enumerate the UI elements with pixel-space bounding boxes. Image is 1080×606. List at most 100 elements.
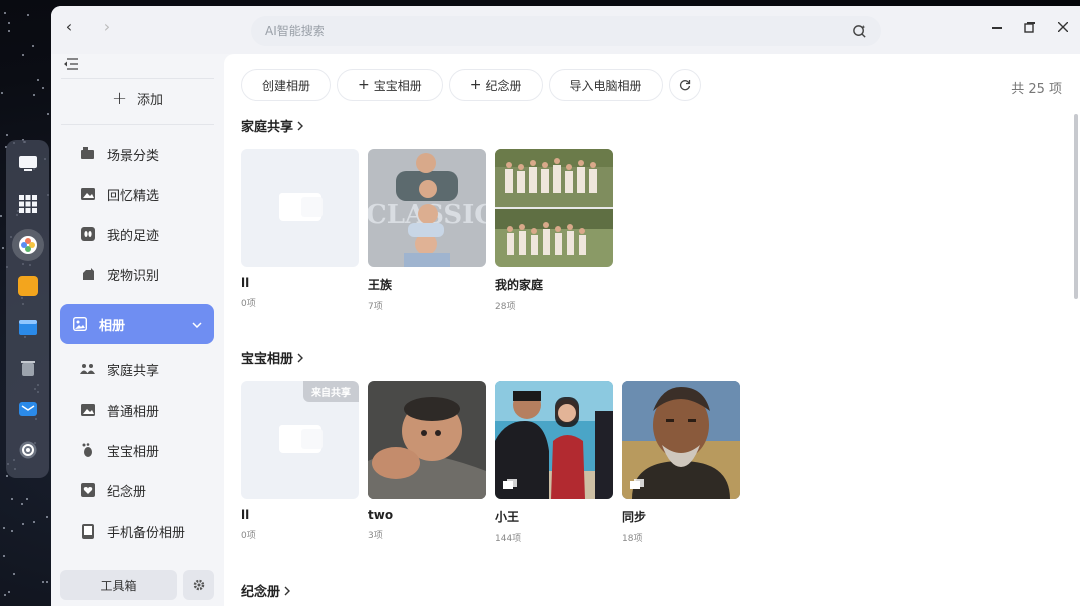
family-group-photo: [495, 149, 613, 267]
back-icon[interactable]: ‹: [57, 14, 81, 38]
plus-icon: +: [358, 77, 370, 93]
import-pc-album-button[interactable]: 导入电脑相册: [548, 69, 663, 101]
star-dot: [8, 591, 10, 593]
maximize-icon[interactable]: [1018, 16, 1040, 38]
baby-icon: [80, 443, 95, 458]
album-card[interactable]: two 3项: [368, 381, 486, 541]
settings-gear-icon[interactable]: [183, 570, 214, 600]
album-window: ‹ › + 添加 场景分类 回忆精选: [51, 6, 1080, 606]
baby-photo: [368, 381, 486, 499]
album-name: 小王: [495, 510, 520, 524]
collapse-sidebar-icon[interactable]: [63, 56, 85, 76]
album-name: two: [368, 508, 394, 522]
heart-icon: [80, 483, 95, 498]
dock-monitor-icon[interactable]: [12, 147, 44, 179]
search-input[interactable]: [265, 24, 852, 38]
sync-icon: [630, 479, 644, 489]
add-label: 添加: [137, 92, 164, 108]
album-name: 同步: [622, 510, 647, 524]
chevron-right-icon: [297, 121, 304, 130]
add-memorial-button[interactable]: + 纪念册: [448, 69, 543, 101]
sidebar-item-label: 宠物识别: [107, 268, 160, 284]
sidebar: + 添加 场景分类 回忆精选 我的足迹 宠物识别 相册 家庭共享 普通相册 宝宝…: [51, 54, 224, 606]
sidebar-item-memories[interactable]: 回忆精选: [60, 174, 214, 214]
section-baby-albums[interactable]: 宝宝相册: [241, 348, 304, 367]
dock-settings-icon[interactable]: [12, 434, 44, 466]
album-name: ll: [241, 508, 250, 522]
baby-album-label: 宝宝相册: [373, 78, 422, 93]
scrollbar[interactable]: [1074, 114, 1078, 299]
ai-search-icon[interactable]: [852, 24, 867, 39]
sidebar-divider: [61, 124, 214, 125]
sidebar-item-baby-albums[interactable]: 宝宝相册: [60, 430, 214, 470]
sidebar-item-label: 手机备份相册: [107, 525, 186, 541]
star-dot: [37, 79, 39, 81]
dock-mail-icon[interactable]: [12, 393, 44, 425]
star-dot: [27, 14, 29, 16]
star-dot: [46, 516, 48, 518]
dock-trash-icon[interactable]: [12, 352, 44, 384]
dock-photos-icon[interactable]: [11, 229, 44, 261]
star-dot: [2, 247, 4, 249]
sidebar-item-albums[interactable]: 相册: [60, 304, 214, 344]
toolbox-button[interactable]: 工具箱: [60, 570, 177, 600]
plus-icon: +: [111, 87, 128, 109]
star-dot: [13, 573, 15, 575]
sidebar-item-family[interactable]: 家庭共享: [60, 349, 214, 389]
sidebar-item-scene[interactable]: 场景分类: [60, 134, 214, 174]
empty-album-thumb: 来自共享: [241, 381, 359, 499]
album-toolbar: 创建相册 + 宝宝相册 + 纪念册 导入电脑相册: [241, 69, 701, 101]
album-count: 7项: [368, 302, 383, 312]
star-dot: [11, 498, 13, 500]
close-icon[interactable]: [1052, 16, 1074, 38]
add-button[interactable]: + 添加: [51, 86, 224, 110]
star-dot: [1, 92, 3, 94]
toolbox-label: 工具箱: [100, 578, 137, 593]
family-stack-photo: CLASSIC: [368, 149, 486, 267]
section-memorial[interactable]: 纪念册: [241, 581, 291, 600]
refresh-icon[interactable]: [668, 69, 701, 101]
sidebar-item-phone-backup[interactable]: 手机备份相册: [60, 511, 214, 551]
sidebar-item-normal-albums[interactable]: 普通相册: [60, 390, 214, 430]
minimize-icon[interactable]: [986, 16, 1008, 38]
album-count: 144项: [495, 534, 522, 544]
add-baby-album-button[interactable]: + 宝宝相册: [337, 69, 443, 101]
album-card[interactable]: CLASSIC 王族 7项: [368, 149, 486, 312]
album-card[interactable]: 来自共享 ll 0项: [241, 381, 359, 541]
sidebar-item-label: 场景分类: [107, 148, 160, 164]
sidebar-item-label: 宝宝相册: [107, 444, 160, 460]
sidebar-item-footprint[interactable]: 我的足迹: [60, 214, 214, 254]
sync-icon: [503, 479, 517, 489]
dock-launcher-icon[interactable]: [12, 188, 44, 220]
pet-icon: [80, 267, 95, 282]
dock-files-icon[interactable]: [12, 311, 44, 343]
sidebar-item-label: 相册: [99, 318, 126, 334]
album-card[interactable]: 同步 18项: [622, 381, 740, 544]
album-name: 我的家庭: [495, 278, 544, 292]
star-dot: [11, 530, 13, 532]
album-count: 0项: [241, 299, 256, 309]
star-dot: [4, 594, 6, 596]
star-dot: [8, 22, 10, 24]
shared-badge: 来自共享: [303, 381, 359, 402]
chevron-right-icon: [284, 586, 291, 595]
album-card[interactable]: ll 0项: [241, 149, 359, 309]
star-dot: [42, 581, 44, 583]
create-album-button[interactable]: 创建相册: [241, 69, 332, 101]
forward-icon[interactable]: ›: [95, 14, 119, 38]
star-dot: [0, 215, 2, 217]
album-cover-photo: [368, 381, 486, 499]
sidebar-item-label: 家庭共享: [107, 363, 160, 379]
sidebar-item-label: 回忆精选: [107, 188, 160, 204]
album-card[interactable]: 小王 144项: [495, 381, 613, 544]
dock-app-orange-icon[interactable]: [12, 270, 44, 302]
chevron-down-icon[interactable]: [192, 317, 202, 332]
album-card[interactable]: 我的家庭 28项: [495, 149, 613, 312]
section-family-share[interactable]: 家庭共享: [241, 116, 304, 135]
sidebar-item-pet[interactable]: 宠物识别: [60, 254, 214, 294]
sidebar-item-memorial[interactable]: 纪念册: [60, 470, 214, 510]
section-title: 纪念册: [241, 585, 281, 600]
star-dot: [26, 498, 28, 500]
star-dot: [32, 45, 34, 47]
album-count: 0项: [241, 531, 256, 541]
